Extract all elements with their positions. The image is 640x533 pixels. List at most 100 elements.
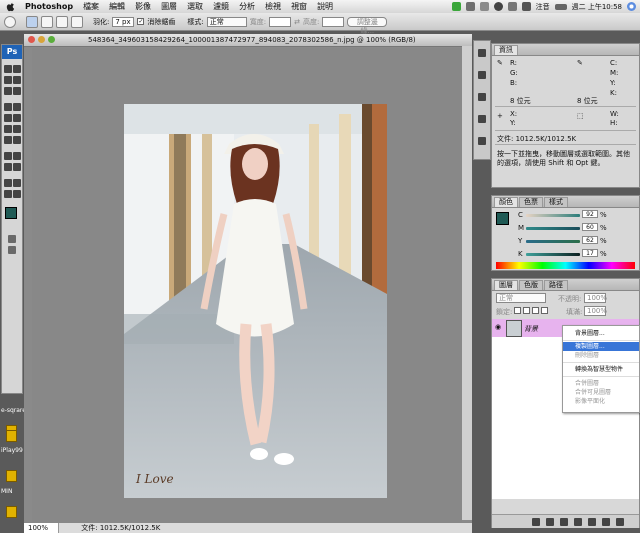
- layer-mask-icon[interactable]: [560, 518, 568, 526]
- new-group-icon[interactable]: [588, 518, 596, 526]
- vertical-scrollbar[interactable]: [462, 46, 472, 520]
- 3d-orbit-tool-icon[interactable]: [13, 179, 21, 187]
- refine-edge-button[interactable]: 調整邊緣...: [347, 16, 388, 35]
- width-input[interactable]: [269, 16, 292, 27]
- menu-filter[interactable]: 濾鏡: [213, 1, 229, 12]
- lock-pixels-icon[interactable]: [523, 307, 530, 314]
- desktop-folder-icon[interactable]: [6, 470, 17, 482]
- tab-info[interactable]: 資訊: [494, 45, 518, 55]
- menu-item-background-layer[interactable]: 背景圖層...: [563, 329, 639, 338]
- menu-app-photoshop[interactable]: Photoshop: [25, 2, 73, 11]
- wifi-icon[interactable]: [507, 2, 517, 11]
- magic-wand-tool-icon[interactable]: [13, 76, 21, 84]
- visibility-eye-icon[interactable]: ◉: [495, 323, 501, 331]
- shape-tool-icon[interactable]: [13, 163, 21, 171]
- black-slider[interactable]: [526, 253, 580, 256]
- menu-item-merge-visible[interactable]: 合併可見圖層: [563, 388, 639, 397]
- menu-item-duplicate-layer[interactable]: 複製圖層...: [563, 342, 639, 351]
- minimize-window-icon[interactable]: [38, 36, 45, 43]
- hand-tool-icon[interactable]: [4, 190, 12, 198]
- history-brush-tool-icon[interactable]: [13, 114, 21, 122]
- trash-icon[interactable]: [616, 518, 624, 526]
- eyedropper-tool-icon[interactable]: [13, 87, 21, 95]
- gradient-tool-icon[interactable]: [13, 125, 21, 133]
- status-icon-green[interactable]: [451, 2, 461, 11]
- character-panel-icon[interactable]: [478, 115, 486, 123]
- tab-channels[interactable]: 色版: [519, 280, 543, 290]
- actions-panel-icon[interactable]: [478, 93, 486, 101]
- eraser-tool-icon[interactable]: [4, 125, 12, 133]
- magenta-slider[interactable]: [526, 227, 580, 230]
- tool-preset-picker[interactable]: [4, 15, 16, 28]
- pen-tool-icon[interactable]: [4, 152, 12, 160]
- black-input[interactable]: 17: [582, 249, 598, 257]
- blend-mode-select[interactable]: 正常: [496, 293, 546, 303]
- menu-layer[interactable]: 圖層: [161, 1, 177, 12]
- add-to-selection-button[interactable]: [41, 15, 53, 28]
- fill-input[interactable]: 100%: [584, 306, 607, 316]
- magenta-input[interactable]: 60: [582, 223, 598, 231]
- yellow-slider[interactable]: [526, 240, 580, 243]
- intersect-selection-button[interactable]: [71, 15, 83, 28]
- quick-mask-icon[interactable]: [8, 235, 16, 243]
- navigator-panel-icon[interactable]: [478, 49, 486, 57]
- menu-edit[interactable]: 編輯: [109, 1, 125, 12]
- menu-item-merge-down[interactable]: 合併圖層: [563, 379, 639, 388]
- dodge-tool-icon[interactable]: [13, 136, 21, 144]
- zoom-window-icon[interactable]: [48, 36, 55, 43]
- lock-all-icon[interactable]: [541, 307, 548, 314]
- adjustment-layer-icon[interactable]: [574, 518, 582, 526]
- cyan-input[interactable]: 92: [582, 210, 598, 218]
- canvas-area[interactable]: I Love: [32, 48, 462, 522]
- menu-select[interactable]: 選取: [187, 1, 203, 12]
- apple-icon[interactable]: [5, 2, 17, 12]
- close-window-icon[interactable]: [28, 36, 35, 43]
- layer-name[interactable]: 背景: [524, 324, 538, 334]
- bluetooth-icon[interactable]: [493, 2, 503, 11]
- healing-brush-tool-icon[interactable]: [4, 103, 12, 111]
- type-tool-icon[interactable]: [13, 152, 21, 160]
- history-panel-icon[interactable]: [478, 71, 486, 79]
- brush-tool-icon[interactable]: [13, 103, 21, 111]
- tab-paths[interactable]: 路徑: [544, 280, 568, 290]
- tab-styles[interactable]: 樣式: [544, 197, 568, 207]
- layer-style-icon[interactable]: [546, 518, 554, 526]
- desktop-label[interactable]: e-sqrare: [1, 407, 26, 414]
- tab-color[interactable]: 顏色: [494, 197, 518, 207]
- foreground-color-swatch[interactable]: [5, 207, 17, 219]
- blur-tool-icon[interactable]: [4, 136, 12, 144]
- desktop-folder-icon[interactable]: [6, 430, 17, 442]
- desktop-label[interactable]: MIN: [1, 488, 12, 495]
- lock-transparency-icon[interactable]: [514, 307, 521, 314]
- feather-input[interactable]: 7 px: [112, 16, 135, 27]
- menu-view[interactable]: 檢視: [265, 1, 281, 12]
- tab-layers[interactable]: 圖層: [494, 280, 518, 290]
- menu-help[interactable]: 說明: [317, 1, 333, 12]
- document-title-bar[interactable]: 548364_349603158429264_100001387472977_8…: [24, 34, 472, 47]
- lock-position-icon[interactable]: [532, 307, 539, 314]
- color-spectrum-bar[interactable]: [496, 262, 635, 269]
- path-selection-tool-icon[interactable]: [4, 163, 12, 171]
- swap-icon[interactable]: ⇄: [294, 18, 300, 26]
- screen-mode-icon[interactable]: [8, 246, 16, 254]
- menu-file[interactable]: 檔案: [83, 1, 99, 12]
- color-panel-foreground[interactable]: [496, 212, 509, 225]
- desktop-label[interactable]: iPlay99: [1, 447, 23, 454]
- status-icon-b[interactable]: [479, 2, 489, 11]
- menu-analysis[interactable]: 分析: [239, 1, 255, 12]
- menu-window[interactable]: 視窗: [291, 1, 307, 12]
- document-photo[interactable]: I Love: [124, 104, 387, 498]
- menu-image[interactable]: 影像: [135, 1, 151, 12]
- lasso-tool-icon[interactable]: [4, 76, 12, 84]
- battery-icon[interactable]: [554, 3, 567, 10]
- crop-tool-icon[interactable]: [4, 87, 12, 95]
- yellow-input[interactable]: 62: [582, 236, 598, 244]
- style-select[interactable]: 正常: [206, 16, 247, 27]
- menu-item-flatten-image[interactable]: 影像平面化: [563, 397, 639, 406]
- 3d-rotate-tool-icon[interactable]: [4, 179, 12, 187]
- input-method-label[interactable]: 注音: [536, 2, 550, 12]
- zoom-tool-icon[interactable]: [13, 190, 21, 198]
- tab-swatches[interactable]: 色票: [519, 197, 543, 207]
- desktop-folder-icon[interactable]: [6, 506, 17, 518]
- new-selection-button[interactable]: [26, 15, 38, 28]
